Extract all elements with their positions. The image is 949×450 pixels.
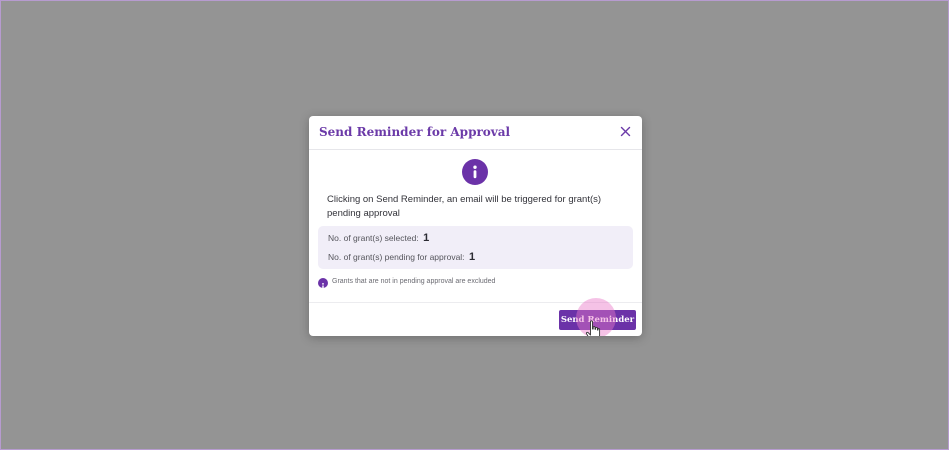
close-icon[interactable] xyxy=(617,123,634,140)
send-reminder-modal: Send Reminder for Approval Clicking on S… xyxy=(309,116,642,336)
reminder-message: Clicking on Send Reminder, an email will… xyxy=(327,194,602,219)
selected-grants-count: 1 xyxy=(423,232,430,244)
exclusion-note-text: Grants that are not in pending approval … xyxy=(332,278,496,285)
pending-grants-row: No. of grant(s) pending for approval: 1 xyxy=(328,251,475,263)
modal-header: Send Reminder for Approval xyxy=(309,116,642,150)
selected-grants-row: No. of grant(s) selected: 1 xyxy=(328,232,429,244)
modal-title: Send Reminder for Approval xyxy=(319,125,511,139)
send-reminder-button[interactable]: Send Reminder xyxy=(559,310,636,330)
screen: Send Reminder for Approval Clicking on S… xyxy=(0,0,949,450)
pending-grants-count: 1 xyxy=(468,251,476,263)
footer-divider xyxy=(309,302,642,303)
info-icon xyxy=(462,159,488,185)
selected-grants-label: No. of grant(s) selected: xyxy=(328,233,419,243)
info-icon xyxy=(318,278,328,289)
pending-grants-label: No. of grant(s) pending for approval: xyxy=(328,252,465,262)
grant-summary: No. of grant(s) selected: 1 No. of grant… xyxy=(318,226,633,269)
